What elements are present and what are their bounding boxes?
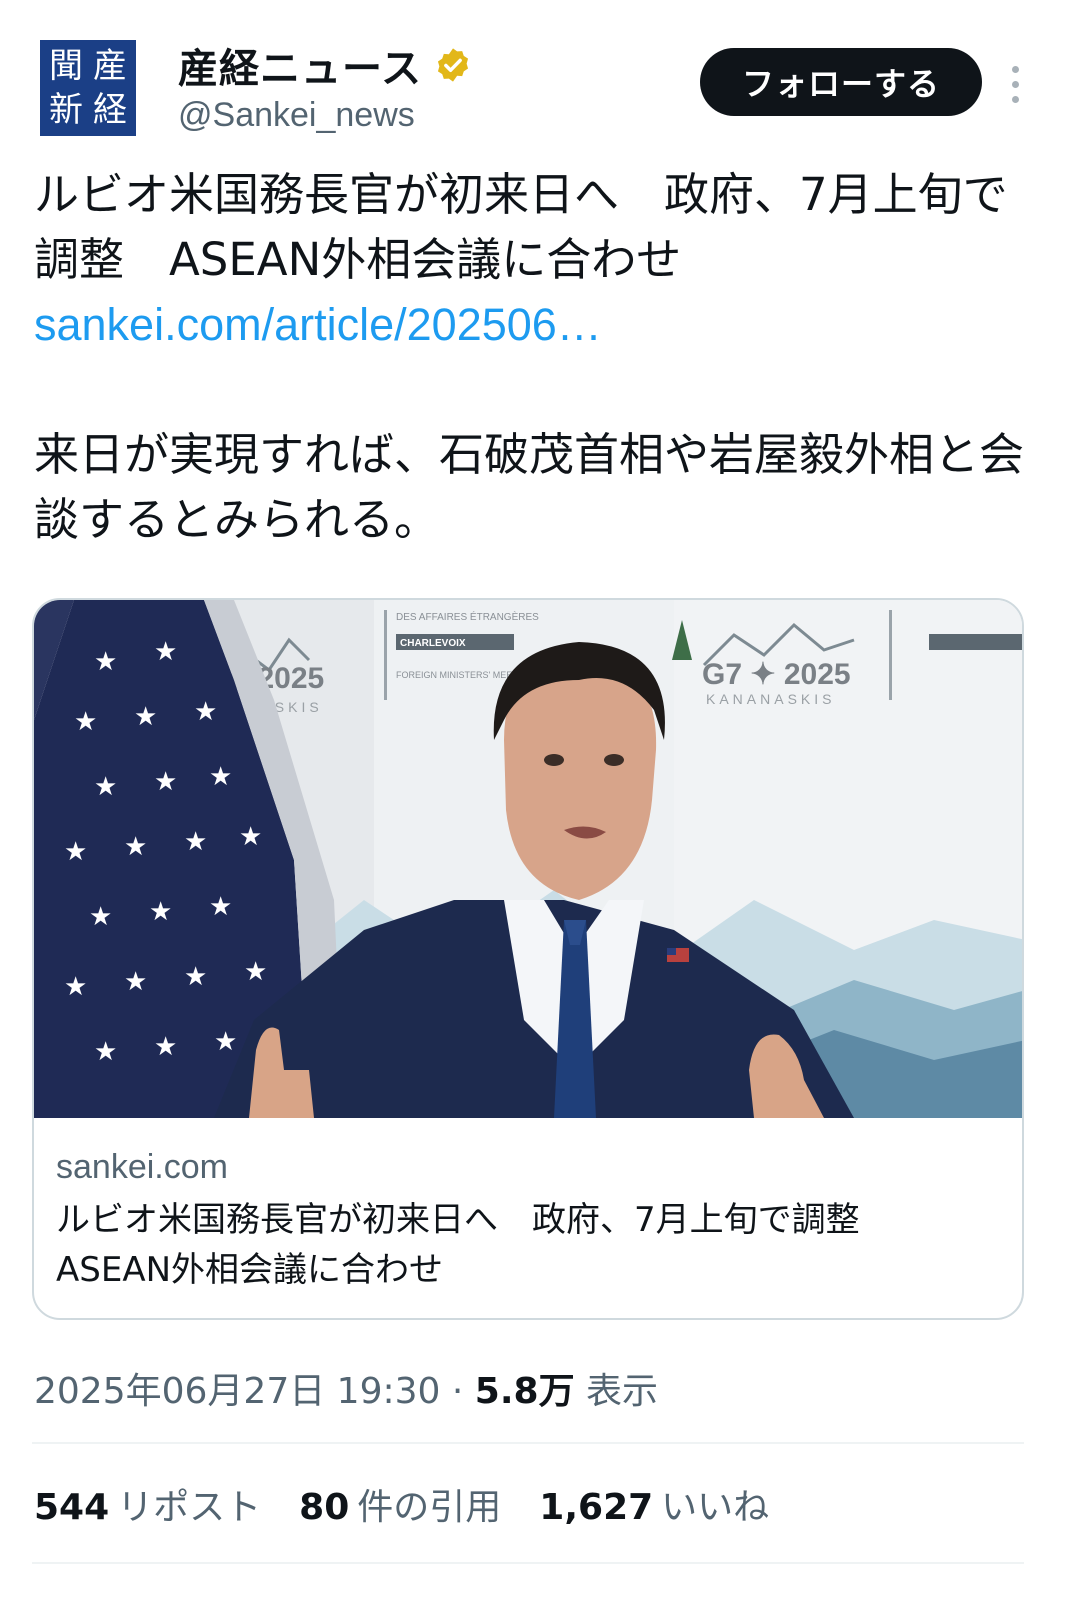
- svg-text:★: ★: [89, 902, 112, 932]
- svg-text:★: ★: [154, 767, 177, 797]
- card-meta: sankei.com ルビオ米国務長官が初来日へ 政府、7月上旬で調整 ASEA…: [56, 1148, 1002, 1295]
- quotes-label: 件の引用: [357, 1487, 502, 1528]
- link-preview-card[interactable]: ✦ 2025 ANASKIS G7 ✦ 2025 KANANASKIS DES …: [32, 598, 1024, 1320]
- article-photo[interactable]: ✦ 2025 ANASKIS G7 ✦ 2025 KANANASKIS DES …: [34, 600, 1024, 1118]
- logo-char: 経: [93, 90, 127, 130]
- logo-char: 新: [49, 90, 83, 130]
- svg-text:★: ★: [64, 837, 87, 867]
- author-info[interactable]: 産経ニュース @Sankei_news: [178, 40, 472, 135]
- svg-text:★: ★: [209, 892, 232, 922]
- likes-count: 1,627: [539, 1487, 654, 1528]
- reposts-stat[interactable]: 544 リポスト: [34, 1478, 261, 1530]
- engagement-stats: 544 リポスト 80 件の引用 1,627 いいね: [34, 1478, 769, 1530]
- svg-text:★: ★: [94, 1037, 117, 1067]
- svg-text:★: ★: [154, 637, 177, 667]
- svg-text:★: ★: [184, 962, 207, 992]
- svg-text:★: ★: [64, 972, 87, 1002]
- svg-text:★: ★: [94, 647, 117, 677]
- quotes-count: 80: [299, 1487, 350, 1528]
- tweet-meta: 2025年06月27日 19:30 · 5.8万 表示: [34, 1362, 658, 1414]
- tweet-timestamp[interactable]: 2025年06月27日 19:30: [34, 1371, 440, 1412]
- svg-text:★: ★: [94, 772, 117, 802]
- svg-text:★: ★: [124, 832, 147, 862]
- svg-text:★: ★: [214, 1027, 237, 1057]
- views-label: 表示: [586, 1371, 659, 1412]
- views-count: 5.8万: [474, 1371, 575, 1412]
- logo-char: 産: [93, 46, 127, 86]
- divider: [32, 1562, 1024, 1564]
- right-g7-logo: G7 ✦ 2025: [702, 658, 851, 691]
- tweet-text: ルビオ米国務長官が初来日へ 政府、7月上旬で調整 ASEAN外相会議に合わせ s…: [34, 162, 1044, 552]
- follow-button[interactable]: フォローする: [700, 48, 982, 116]
- svg-text:★: ★: [209, 762, 232, 792]
- tweet-headline: ルビオ米国務長官が初来日へ 政府、7月上旬で調整 ASEAN外相会議に合わせ: [34, 168, 1008, 286]
- tweet-header: 聞 産 新 経 産経ニュース @Sankei_news フォローする: [40, 40, 1040, 140]
- banner-text-2: CHARLEVOIX: [400, 638, 466, 649]
- more-options-icon[interactable]: [1000, 54, 1030, 114]
- article-link[interactable]: sankei.com/article/202506…: [34, 299, 602, 350]
- likes-label: いいね: [661, 1487, 770, 1528]
- quotes-stat[interactable]: 80 件の引用: [299, 1478, 501, 1530]
- logo-char: 聞: [49, 46, 83, 86]
- svg-text:★: ★: [149, 897, 172, 927]
- divider: [32, 1442, 1024, 1444]
- svg-text:★: ★: [239, 822, 262, 852]
- reposts-label: リポスト: [117, 1487, 262, 1528]
- svg-text:★: ★: [74, 707, 97, 737]
- right-g7-sub: KANANASKIS: [706, 691, 835, 707]
- sankei-logo-avatar[interactable]: 聞 産 新 経: [40, 40, 136, 136]
- tweet-body: 来日が実現すれば、石破茂首相や岩屋毅外相と会談するとみられる。: [34, 428, 1025, 546]
- card-domain: sankei.com: [56, 1148, 228, 1186]
- meta-separator: ·: [451, 1371, 464, 1412]
- author-name[interactable]: 産経ニュース: [178, 36, 422, 94]
- banner-text-1: DES AFFAIRES ÉTRANGÈRES: [396, 610, 539, 623]
- svg-text:★: ★: [154, 1032, 177, 1062]
- verified-badge-icon: [437, 48, 469, 82]
- svg-text:★: ★: [124, 967, 147, 997]
- svg-text:★: ★: [194, 697, 217, 727]
- svg-text:★: ★: [134, 702, 157, 732]
- reposts-count: 544: [34, 1487, 110, 1528]
- svg-text:★: ★: [184, 827, 207, 857]
- author-handle[interactable]: @Sankei_news: [178, 96, 472, 135]
- likes-stat[interactable]: 1,627 いいね: [539, 1478, 769, 1530]
- card-title: ルビオ米国務長官が初来日へ 政府、7月上旬で調整 ASEAN外相会議に合わせ: [56, 1200, 894, 1290]
- svg-text:★: ★: [244, 957, 267, 987]
